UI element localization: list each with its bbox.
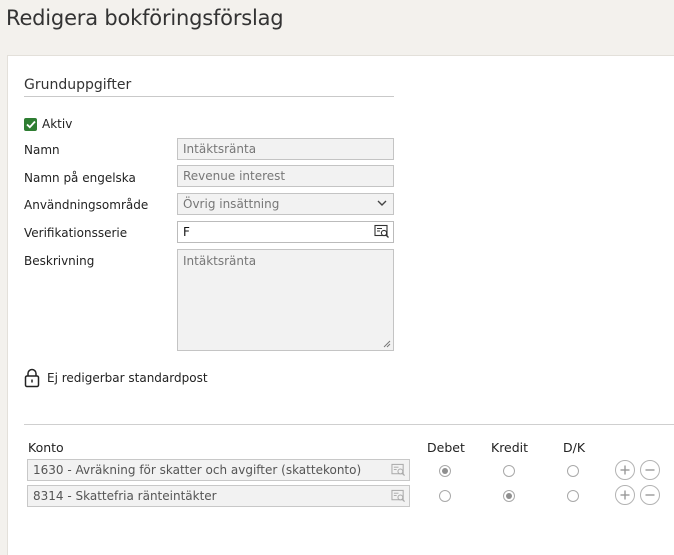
usage-select[interactable]: Övrig insättning xyxy=(177,193,394,215)
column-header-dk: D/K xyxy=(563,440,586,455)
debit-radio-row-1[interactable] xyxy=(439,465,451,477)
lock-text: Ej redigerbar standardpost xyxy=(47,371,208,385)
minus-circle-icon xyxy=(645,469,655,471)
series-label: Verifikationsserie xyxy=(24,226,128,240)
credit-radio-row-1[interactable] xyxy=(503,465,515,477)
plus-circle-icon xyxy=(620,465,630,475)
desc-textarea[interactable]: Intäktsränta xyxy=(177,249,394,351)
account-field-row-1[interactable]: 1630 - Avräkning för skatter och avgifte… xyxy=(27,459,410,481)
credit-radio-row-2[interactable] xyxy=(503,490,515,502)
resize-grip-icon[interactable] xyxy=(383,340,391,348)
account-value: 8314 - Skattefria ränteintäkter xyxy=(33,489,217,503)
lookup-icon[interactable] xyxy=(391,463,406,477)
add-row-button-1[interactable] xyxy=(615,460,635,480)
lock-icon xyxy=(24,368,40,388)
active-checkbox[interactable] xyxy=(24,118,37,131)
dk-radio-row-2[interactable] xyxy=(567,490,579,502)
column-header-debit: Debet xyxy=(427,440,465,455)
section-divider xyxy=(24,424,674,425)
account-field-row-2[interactable]: 8314 - Skattefria ränteintäkter xyxy=(27,485,410,507)
column-header-credit: Kredit xyxy=(491,440,529,455)
lookup-icon[interactable] xyxy=(374,224,390,239)
account-value: 1630 - Avräkning för skatter och avgifte… xyxy=(33,463,362,477)
series-value: F xyxy=(183,225,190,239)
name-en-label: Namn på engelska xyxy=(24,171,136,185)
column-header-account: Konto xyxy=(28,440,64,455)
minus-circle-icon xyxy=(645,494,655,496)
lookup-icon[interactable] xyxy=(391,489,406,503)
name-en-field[interactable]: Revenue interest xyxy=(177,165,394,187)
usage-label: Användningsområde xyxy=(24,198,149,212)
non-editable-notice: Ej redigerbar standardpost xyxy=(24,368,208,388)
check-icon xyxy=(25,120,36,129)
page-title: Redigera bokföringsförslag xyxy=(6,6,284,30)
add-row-button-2[interactable] xyxy=(615,485,635,505)
active-label: Aktiv xyxy=(42,117,73,131)
name-label: Namn xyxy=(24,143,60,157)
plus-circle-icon xyxy=(620,490,630,500)
remove-row-button-1[interactable] xyxy=(640,460,660,480)
dk-radio-row-1[interactable] xyxy=(567,465,579,477)
debit-radio-row-2[interactable] xyxy=(439,490,451,502)
section-title: Grunduppgifter xyxy=(24,77,394,97)
desc-label: Beskrivning xyxy=(24,254,95,268)
usage-selected-value: Övrig insättning xyxy=(183,197,280,211)
chevron-down-icon xyxy=(377,200,387,206)
remove-row-button-2[interactable] xyxy=(640,485,660,505)
desc-value: Intäktsränta xyxy=(183,254,257,268)
series-field[interactable]: F xyxy=(177,221,394,243)
name-field[interactable]: Intäktsränta xyxy=(177,138,394,160)
